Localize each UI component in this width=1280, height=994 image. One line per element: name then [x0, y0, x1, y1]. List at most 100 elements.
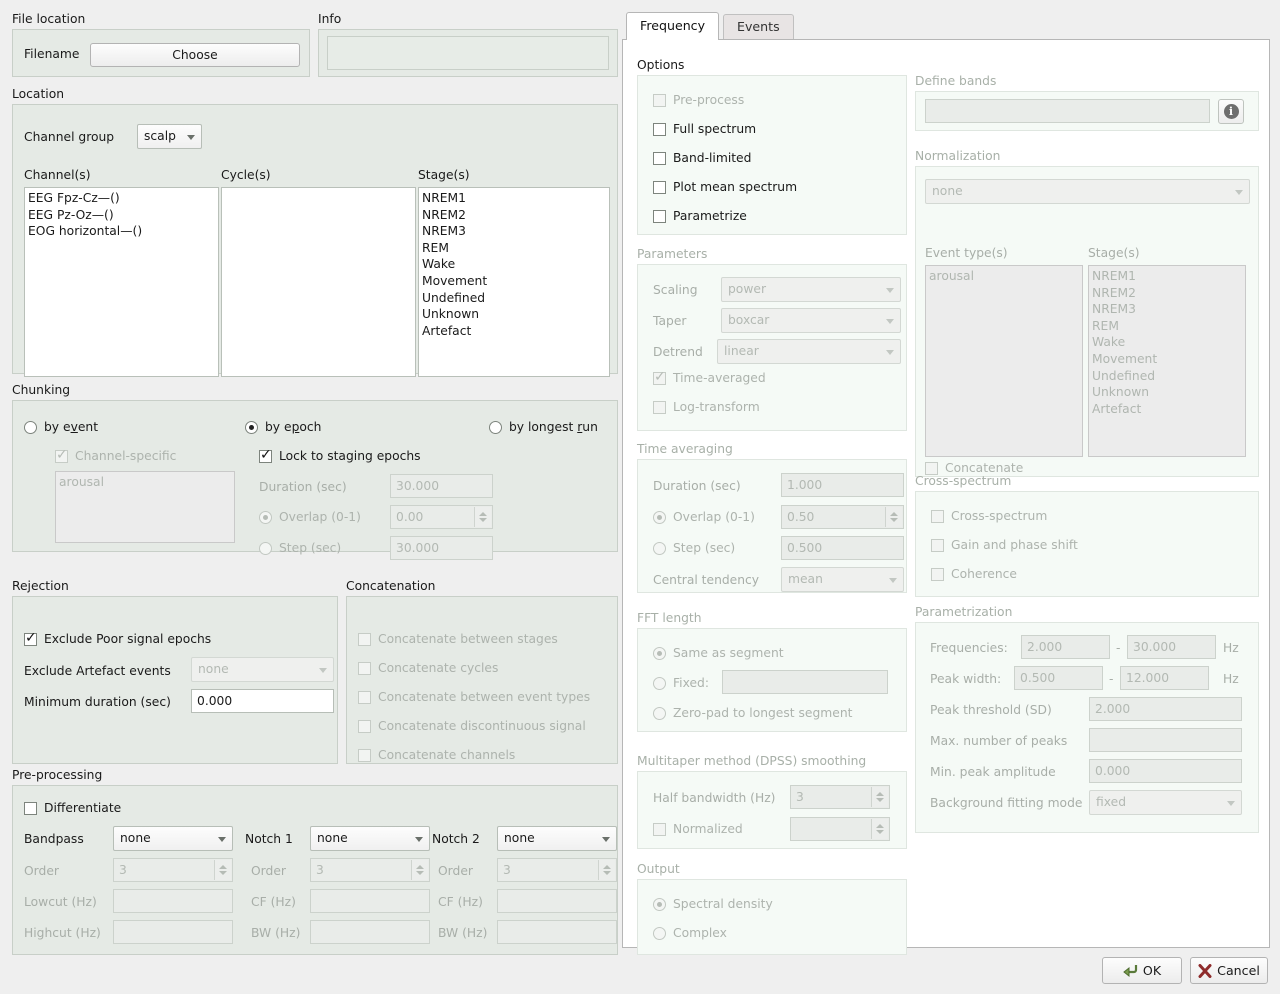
- channels-listbox[interactable]: EEG Fpz-Cz—() EEG Pz-Oz—() EOG horizontal—…: [24, 187, 219, 377]
- chunk-step-radio[interactable]: Step (sec): [259, 540, 341, 556]
- list-item[interactable]: Movement: [1092, 351, 1242, 368]
- spinner-buttons[interactable]: [871, 819, 888, 839]
- notch1-combo[interactable]: none: [310, 826, 430, 851]
- list-item[interactable]: arousal: [929, 268, 1079, 285]
- bandpass-combo[interactable]: none: [113, 826, 233, 851]
- cross-spectrum-coherence-checkbox[interactable]: Coherence: [931, 566, 1017, 582]
- exclude-artefact-combo[interactable]: none: [191, 657, 334, 682]
- chunk-overlap-spinbox[interactable]: 0.00: [390, 505, 493, 529]
- scaling-combo[interactable]: power: [721, 277, 901, 302]
- list-item[interactable]: NREM3: [1092, 301, 1242, 318]
- peak-threshold-input[interactable]: 2.000: [1089, 697, 1242, 721]
- channel-group-combo[interactable]: scalp: [137, 124, 202, 149]
- list-item[interactable]: Undefined: [1092, 368, 1242, 385]
- define-bands-input[interactable]: [925, 99, 1210, 123]
- cross-spectrum-gain-and-phase-shift-checkbox[interactable]: Gain and phase shift: [931, 537, 1078, 553]
- lock-to-staging-checkbox[interactable]: Lock to staging epochs: [259, 447, 421, 464]
- peak-width-low-input[interactable]: 0.500: [1014, 666, 1103, 690]
- list-item[interactable]: Artefact: [422, 323, 606, 340]
- normalized-checkbox[interactable]: Normalized: [653, 821, 743, 837]
- normalized-spinbox[interactable]: [790, 817, 890, 841]
- list-item[interactable]: NREM2: [422, 207, 606, 224]
- spinner-buttons[interactable]: [411, 860, 428, 880]
- define-bands-info-button[interactable]: i: [1218, 99, 1244, 124]
- ta-step-input[interactable]: 0.500: [781, 536, 904, 560]
- list-item[interactable]: arousal: [59, 474, 231, 491]
- ta-overlap-radio[interactable]: Overlap (0-1): [653, 509, 755, 525]
- list-item[interactable]: NREM3: [422, 223, 606, 240]
- concatenation-concatenate-channels-checkbox[interactable]: Concatenate channels: [358, 747, 515, 763]
- notch1-order-spinbox[interactable]: 3: [310, 858, 430, 882]
- lowcut-input[interactable]: [113, 889, 233, 913]
- notch2-cf-input[interactable]: [497, 889, 617, 913]
- cancel-button[interactable]: Cancel: [1190, 957, 1268, 984]
- list-item[interactable]: EOG horizontal—(): [28, 223, 215, 240]
- option-band-limited-checkbox[interactable]: Band-limited: [653, 150, 751, 166]
- list-item[interactable]: NREM2: [1092, 285, 1242, 302]
- tab-frequency[interactable]: Frequency: [626, 12, 720, 40]
- list-item[interactable]: Undefined: [422, 290, 606, 307]
- list-item[interactable]: NREM1: [422, 190, 606, 207]
- spinner-buttons[interactable]: [885, 507, 902, 527]
- notch1-cf-input[interactable]: [310, 889, 430, 913]
- background-fitting-mode-combo[interactable]: fixed: [1089, 790, 1242, 815]
- frequencies-high-input[interactable]: 30.000: [1127, 635, 1216, 659]
- spinner-buttons[interactable]: [474, 507, 491, 527]
- highcut-input[interactable]: [113, 920, 233, 944]
- fft-same-as-segment-radio[interactable]: Same as segment: [653, 645, 784, 661]
- concatenation-concatenate-between-stages-checkbox[interactable]: Concatenate between stages: [358, 631, 558, 647]
- list-item[interactable]: Artefact: [1092, 401, 1242, 418]
- list-item[interactable]: Wake: [422, 256, 606, 273]
- taper-combo[interactable]: boxcar: [721, 308, 901, 333]
- notch2-combo[interactable]: none: [497, 826, 617, 851]
- peak-width-high-input[interactable]: 12.000: [1120, 666, 1209, 690]
- list-item[interactable]: REM: [1092, 318, 1242, 335]
- max-peaks-input[interactable]: [1089, 728, 1242, 752]
- ta-overlap-spinbox[interactable]: 0.50: [781, 505, 904, 529]
- notch2-order-spinbox[interactable]: 3: [497, 858, 617, 882]
- chunk-overlap-radio[interactable]: Overlap (0-1): [259, 509, 361, 525]
- chunk-step-input[interactable]: 30.000: [390, 536, 493, 560]
- list-item[interactable]: EEG Fpz-Cz—(): [28, 190, 215, 207]
- exclude-poor-signal-checkbox[interactable]: Exclude Poor signal epochs: [24, 630, 211, 647]
- min-peak-amplitude-input[interactable]: 0.000: [1089, 759, 1242, 783]
- list-item[interactable]: Wake: [1092, 334, 1242, 351]
- chunking-event-types-listbox[interactable]: arousal: [55, 471, 235, 543]
- output-complex-radio[interactable]: Complex: [653, 925, 727, 941]
- chunk-duration-input[interactable]: 30.000: [390, 474, 493, 498]
- list-item[interactable]: Movement: [422, 273, 606, 290]
- ta-step-radio[interactable]: Step (sec): [653, 540, 735, 556]
- fft-zero-pad-radio[interactable]: Zero-pad to longest segment: [653, 705, 852, 721]
- concatenation-concatenate-between-event-types-checkbox[interactable]: Concatenate between event types: [358, 689, 590, 705]
- spinner-buttons[interactable]: [598, 860, 615, 880]
- spinner-buttons[interactable]: [214, 860, 231, 880]
- normalization-combo[interactable]: none: [925, 179, 1250, 204]
- frequencies-low-input[interactable]: 2.000: [1021, 635, 1110, 659]
- concatenation-concatenate-discontinuous-signal-checkbox[interactable]: Concatenate discontinuous signal: [358, 718, 586, 734]
- output-spectral-density-radio[interactable]: Spectral density: [653, 896, 773, 912]
- list-item[interactable]: EEG Pz-Oz—(): [28, 207, 215, 224]
- spinner-buttons[interactable]: [871, 787, 888, 807]
- cross-spectrum-cross-spectrum-checkbox[interactable]: Cross-spectrum: [931, 508, 1047, 524]
- half-bandwidth-spinbox[interactable]: 3: [790, 785, 890, 809]
- option-pre-process-checkbox[interactable]: Pre-process: [653, 92, 744, 108]
- differentiate-checkbox[interactable]: Differentiate: [24, 800, 121, 816]
- option-plot-mean-spectrum-checkbox[interactable]: Plot mean spectrum: [653, 179, 797, 195]
- bandpass-order-spinbox[interactable]: 3: [113, 858, 233, 882]
- concatenation-concatenate-cycles-checkbox[interactable]: Concatenate cycles: [358, 660, 498, 676]
- list-item[interactable]: NREM1: [1092, 268, 1242, 285]
- list-item[interactable]: Unknown: [422, 306, 606, 323]
- fft-fixed-radio[interactable]: Fixed:: [653, 675, 709, 691]
- list-item[interactable]: REM: [422, 240, 606, 257]
- detrend-combo[interactable]: linear: [717, 339, 901, 364]
- chunk-by-epoch-radio[interactable]: by epoch: [245, 419, 321, 435]
- log-transform-checkbox[interactable]: Log-transform: [653, 399, 760, 415]
- min-duration-input[interactable]: 0.000: [191, 689, 334, 713]
- chunk-by-longest-run-radio[interactable]: by longest run: [489, 419, 598, 435]
- time-averaged-checkbox[interactable]: Time-averaged: [653, 369, 766, 386]
- fft-fixed-input[interactable]: [722, 670, 888, 694]
- norm-stages-listbox[interactable]: NREM1 NREM2 NREM3 REM Wake Movement Undefined U…: [1088, 265, 1246, 457]
- notch2-bw-input[interactable]: [497, 920, 617, 944]
- channel-specific-checkbox[interactable]: Channel-specific: [55, 447, 176, 464]
- option-full-spectrum-checkbox[interactable]: Full spectrum: [653, 121, 756, 137]
